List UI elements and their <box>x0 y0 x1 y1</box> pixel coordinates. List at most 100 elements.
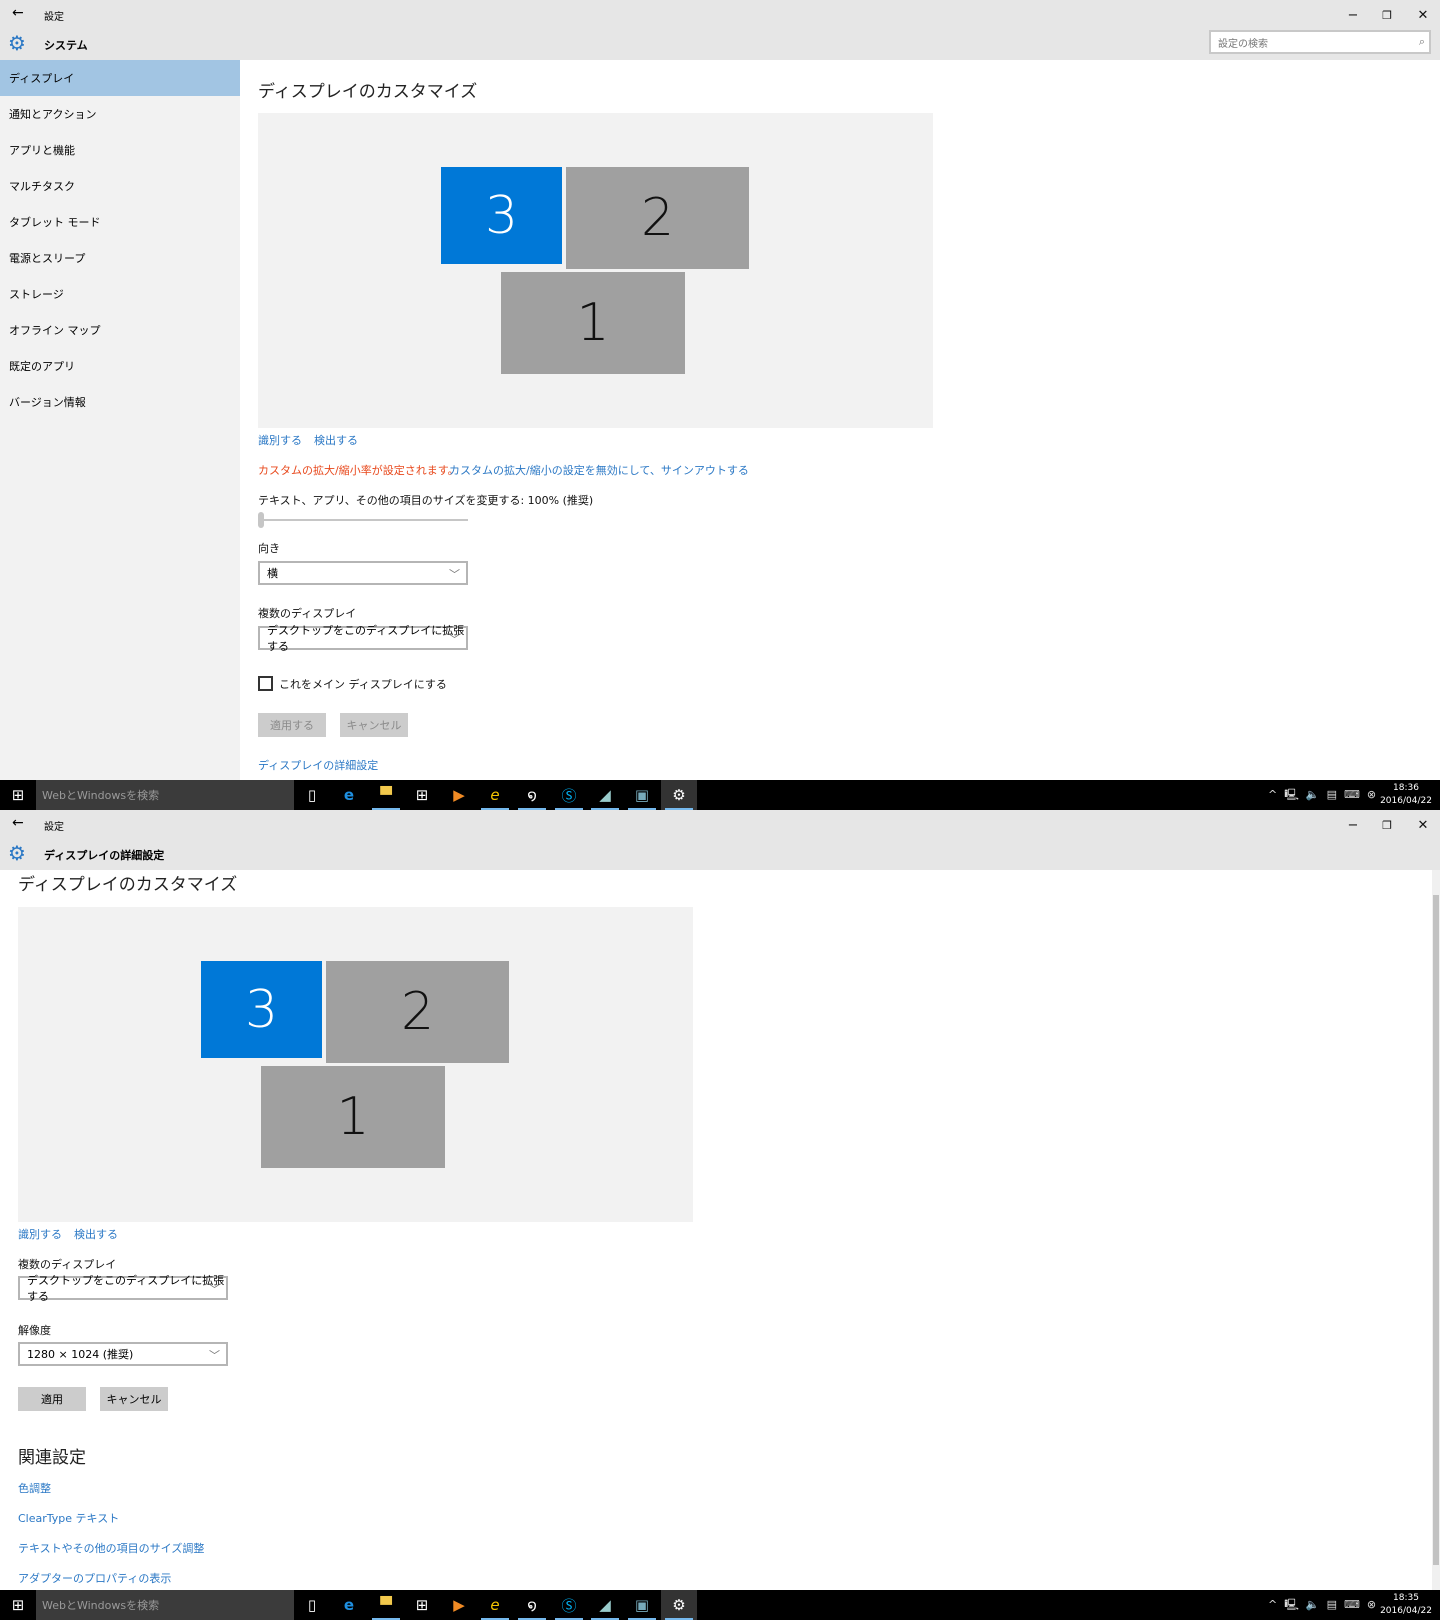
adapter-properties-link[interactable]: アダプターのプロパティの表示 <box>18 1570 171 1586</box>
close-button[interactable]: ✕ <box>1406 0 1440 30</box>
orientation-label: 向き <box>258 542 280 555</box>
scrollbar[interactable] <box>1432 870 1440 1590</box>
taskbar-search[interactable]: WebとWindowsを検索 <box>36 1590 294 1620</box>
sidebar-item-multitask[interactable]: マルチタスク <box>0 168 240 204</box>
file-explorer-icon[interactable]: ▀ <box>368 1590 404 1620</box>
detect-link[interactable]: 検出する <box>74 1226 118 1242</box>
minimize-button[interactable]: − <box>1336 0 1370 30</box>
cancel-button[interactable]: キャンセル <box>100 1387 168 1411</box>
monitor-2[interactable]: 2 <box>326 961 509 1063</box>
dropdown-value: デスクトップをこのディスプレイに拡張する <box>27 1274 225 1303</box>
display-arrangement: 3 2 1 <box>258 113 933 428</box>
clock-time: 18:36 <box>1393 783 1419 793</box>
app-icon[interactable]: ໑ <box>514 1590 550 1620</box>
dropdown-value: デスクトップをこのディスプレイに拡張する <box>267 624 465 653</box>
disable-scaling-signout-link[interactable]: カスタムの拡大/縮小の設定を無効にして、サインアウトする <box>449 462 749 478</box>
taskbar-search-placeholder: WebとWindowsを検索 <box>42 789 160 802</box>
sidebar-item-label: 電源とスリープ <box>9 252 86 265</box>
clock[interactable]: 18:35 2016/04/22 <box>1376 1592 1436 1618</box>
photos-icon[interactable]: ▣ <box>624 780 660 810</box>
apply-button[interactable]: 適用する <box>258 713 326 737</box>
main-display-checkbox[interactable] <box>258 676 273 691</box>
taskbar-search[interactable]: WebとWindowsを検索 <box>36 780 294 810</box>
sidebar-item-about[interactable]: バージョン情報 <box>0 384 240 420</box>
sidebar-item-storage[interactable]: ストレージ <box>0 276 240 312</box>
start-button[interactable]: ⊞ <box>0 1590 36 1620</box>
tray-icons[interactable]: ^ 🖳 🔈 ▤ ⌨ ⊗ <box>1268 780 1376 810</box>
sidebar-item-offline-maps[interactable]: オフライン マップ <box>0 312 240 348</box>
tray-icons[interactable]: ^ 🖳 🔈 ▤ ⌨ ⊗ <box>1268 1590 1376 1620</box>
back-arrow-icon[interactable]: ← <box>12 815 24 831</box>
sidebar-item-apps[interactable]: アプリと機能 <box>0 132 240 168</box>
sidebar-item-power-sleep[interactable]: 電源とスリープ <box>0 240 240 276</box>
minimize-button[interactable]: − <box>1336 810 1370 840</box>
taskbar: ⊞ WebとWindowsを検索 ▯ e ▀ ⊞ ▶ e ໑ Ⓢ ◢ ▣ ⚙ ^… <box>0 780 1440 810</box>
color-calibration-link[interactable]: 色調整 <box>18 1480 51 1496</box>
taskbar: ⊞ WebとWindowsを検索 ▯ e ▀ ⊞ ▶ e ໑ Ⓢ ◢ ▣ ⚙ ^… <box>0 1590 1440 1620</box>
identify-link[interactable]: 識別する <box>258 432 302 448</box>
sidebar-item-display[interactable]: ディスプレイ <box>0 60 240 96</box>
close-button[interactable]: ✕ <box>1406 810 1440 840</box>
photos-icon[interactable]: ▣ <box>624 1590 660 1620</box>
skype-icon[interactable]: Ⓢ <box>551 780 587 810</box>
skype-icon[interactable]: Ⓢ <box>551 1590 587 1620</box>
monitor-3[interactable]: 3 <box>201 961 322 1058</box>
restore-button[interactable]: ❐ <box>1370 0 1404 30</box>
cancel-button[interactable]: キャンセル <box>340 713 408 737</box>
chevron-down-icon: ﹀ <box>209 1283 220 1296</box>
task-view-icon[interactable]: ▯ <box>294 780 330 810</box>
edge-icon[interactable]: e <box>331 780 367 810</box>
cleartype-link[interactable]: ClearType テキスト <box>18 1510 119 1526</box>
sidebar-item-notifications[interactable]: 通知とアクション <box>0 96 240 132</box>
sidebar-item-label: アプリと機能 <box>9 144 75 157</box>
sidebar-item-tablet-mode[interactable]: タブレット モード <box>0 204 240 240</box>
media-player-icon[interactable]: ▶ <box>441 1590 477 1620</box>
apply-button[interactable]: 適用 <box>18 1387 86 1411</box>
slider-thumb[interactable] <box>258 512 264 528</box>
sidebar-item-label: バージョン情報 <box>9 396 86 409</box>
internet-explorer-icon[interactable]: e <box>477 780 513 810</box>
advanced-display-settings-link[interactable]: ディスプレイの詳細設定 <box>258 757 378 773</box>
settings-icon[interactable]: ⚙ <box>661 780 697 810</box>
monitor-2[interactable]: 2 <box>566 167 749 269</box>
monitor-1[interactable]: 1 <box>501 272 685 374</box>
app-icon[interactable]: ໑ <box>514 780 550 810</box>
orientation-dropdown[interactable]: 横 ﹀ <box>258 561 468 585</box>
identify-link[interactable]: 識別する <box>18 1226 62 1242</box>
multiple-displays-dropdown[interactable]: デスクトップをこのディスプレイに拡張する ﹀ <box>18 1274 228 1303</box>
media-player-icon[interactable]: ▶ <box>441 780 477 810</box>
edge-icon[interactable]: e <box>331 1590 367 1620</box>
text-size-link[interactable]: テキストやその他の項目のサイズ調整 <box>18 1540 204 1556</box>
resolution-label: 解像度 <box>18 1324 51 1337</box>
scale-slider[interactable] <box>258 512 468 528</box>
main-display-label: これをメイン ディスプレイにする <box>279 678 447 691</box>
resolution-dropdown[interactable]: 1280 × 1024 (推奨) ﹀ <box>18 1342 228 1366</box>
restore-button[interactable]: ❐ <box>1370 810 1404 840</box>
start-button[interactable]: ⊞ <box>0 780 36 810</box>
sidebar-item-label: オフライン マップ <box>9 324 101 337</box>
settings-search-input[interactable]: 設定の検索 ⌕ <box>1209 30 1431 54</box>
back-arrow-icon[interactable]: ← <box>12 5 24 21</box>
multiple-displays-dropdown[interactable]: デスクトップをこのディスプレイに拡張する ﹀ <box>258 624 468 653</box>
monitor-1[interactable]: 1 <box>261 1066 445 1168</box>
store-icon[interactable]: ⊞ <box>404 1590 440 1620</box>
window-title: 設定 <box>44 822 64 833</box>
detect-link[interactable]: 検出する <box>314 432 358 448</box>
internet-explorer-icon[interactable]: e <box>477 1590 513 1620</box>
file-explorer-icon[interactable]: ▀ <box>368 780 404 810</box>
task-view-icon[interactable]: ▯ <box>294 1590 330 1620</box>
scrollbar-thumb[interactable] <box>1433 895 1439 1565</box>
notes-icon[interactable]: ◢ <box>587 780 623 810</box>
scaling-warning: カスタムの拡大/縮小率が設定されます。 <box>258 464 459 477</box>
title-bar: ← 設定 − ❐ ✕ <box>0 0 1440 30</box>
clock[interactable]: 18:36 2016/04/22 <box>1376 782 1436 808</box>
title-bar: ← 設定 − ❐ ✕ <box>0 810 1440 840</box>
window-title: 設定 <box>44 12 64 23</box>
store-icon[interactable]: ⊞ <box>404 780 440 810</box>
monitor-3[interactable]: 3 <box>441 167 562 264</box>
search-icon[interactable]: ⌕ <box>1419 35 1425 49</box>
sidebar-item-default-apps[interactable]: 既定のアプリ <box>0 348 240 384</box>
notes-icon[interactable]: ◢ <box>587 1590 623 1620</box>
sidebar-item-label: マルチタスク <box>9 180 75 193</box>
settings-icon[interactable]: ⚙ <box>661 1590 697 1620</box>
